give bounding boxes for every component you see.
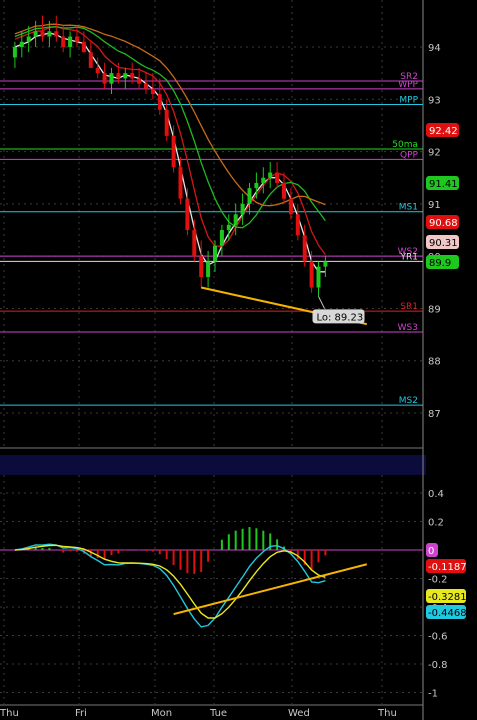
candle-body <box>33 31 38 37</box>
price-tick-label: 89 <box>428 304 441 315</box>
panel-separator-band <box>0 455 426 475</box>
candle-body <box>102 73 107 84</box>
candle-body <box>47 31 52 37</box>
macd-tick-label: -0.6 <box>428 632 448 643</box>
candle-body <box>288 198 293 215</box>
candle-body <box>247 188 252 204</box>
candle-body <box>309 261 314 288</box>
candle-body <box>185 198 190 231</box>
price-tick-label: 92 <box>428 148 441 159</box>
candle-body <box>268 172 273 178</box>
candle-body <box>171 135 176 168</box>
level-label-wpp: WPP <box>398 80 418 90</box>
level-label-ms1: MS1 <box>399 203 418 213</box>
price-tag-value: 90.68 <box>429 218 458 229</box>
candle-body <box>192 230 197 257</box>
level-label-50ma: 50ma <box>392 140 418 150</box>
candle-body <box>233 214 238 225</box>
price-tag-value: 91.41 <box>429 179 458 190</box>
x-axis-label: Fri <box>75 708 87 719</box>
x-axis-label: Thu <box>377 708 397 719</box>
level-label-sr1: SR1 <box>400 302 418 312</box>
candle-body <box>226 224 231 231</box>
candle-body <box>75 36 79 42</box>
candle-body <box>137 78 142 84</box>
candle-body <box>282 182 286 199</box>
macd-tick-label: -1 <box>428 689 438 700</box>
x-axis-label: Mon <box>151 708 172 719</box>
candle-body <box>295 214 300 236</box>
candle-body <box>316 266 321 288</box>
candle-body <box>254 182 259 189</box>
candle-body <box>199 256 204 278</box>
candle-body <box>302 235 307 262</box>
candle-body <box>19 41 24 47</box>
candle-body <box>109 73 114 84</box>
candle-body <box>240 203 245 215</box>
candle-body <box>123 73 128 79</box>
candle-body <box>95 67 100 74</box>
candle-body <box>275 172 280 183</box>
price-tick-label: 88 <box>428 357 441 368</box>
candle-body <box>261 177 266 183</box>
candle-body <box>61 36 66 47</box>
candle-body <box>26 36 31 42</box>
macd-tick-label: 0.2 <box>428 518 444 529</box>
candle-body <box>116 73 121 79</box>
price-tick-label: 93 <box>428 95 441 106</box>
macd-tag-value: -0.4468 <box>428 608 467 619</box>
candle-body <box>12 47 17 58</box>
chart-canvas: 8788899091929394ThuFriMonTueWedThuSR2WPP… <box>0 0 477 720</box>
price-panel-bg <box>0 0 477 448</box>
macd-panel-bg <box>0 475 477 705</box>
candle-body <box>81 41 86 53</box>
level-label-ws3: WS3 <box>398 323 418 333</box>
macd-tag-value: 0 <box>428 546 434 557</box>
level-label-ms2: MS2 <box>399 396 418 406</box>
level-label-qpp: QPP <box>400 150 419 160</box>
macd-tag-value: -0.3281 <box>428 592 467 603</box>
candle-body <box>40 31 45 37</box>
price-tick-label: 91 <box>428 200 441 211</box>
candle-body <box>54 31 59 37</box>
macd-tick-label: -0.2 <box>428 575 448 586</box>
candle-body <box>219 230 224 246</box>
macd-tag-value: -0.1187 <box>428 562 467 573</box>
x-axis-label: Tue <box>209 708 227 719</box>
candle-body <box>164 109 169 136</box>
candle-body <box>157 94 162 110</box>
candle-body <box>178 167 183 199</box>
level-label-yr1: YR1 <box>400 252 418 262</box>
price-tick-label: 87 <box>428 409 441 420</box>
price-tag-value: 92.42 <box>429 126 458 137</box>
candle-body <box>213 245 217 262</box>
level-label-mpp: MPP <box>399 96 418 106</box>
candle-body <box>323 261 328 267</box>
candle-body <box>88 52 93 68</box>
macd-tick-label: -0.8 <box>428 660 448 671</box>
candle-body <box>144 83 148 89</box>
candle-body <box>150 88 155 95</box>
candle-body <box>68 36 73 47</box>
annotation-lo-text: Lo: 89.23 <box>317 312 364 323</box>
price-tag-value: 89.9 <box>429 258 451 269</box>
x-axis-label: Wed <box>288 708 310 719</box>
price-tick-label: 94 <box>428 43 441 54</box>
x-axis-label: Thu <box>0 708 19 719</box>
candle-body <box>206 261 211 278</box>
price-tag-value: 90.31 <box>429 238 458 249</box>
macd-tick-label: 0.4 <box>428 489 444 500</box>
candle-body <box>130 73 135 79</box>
